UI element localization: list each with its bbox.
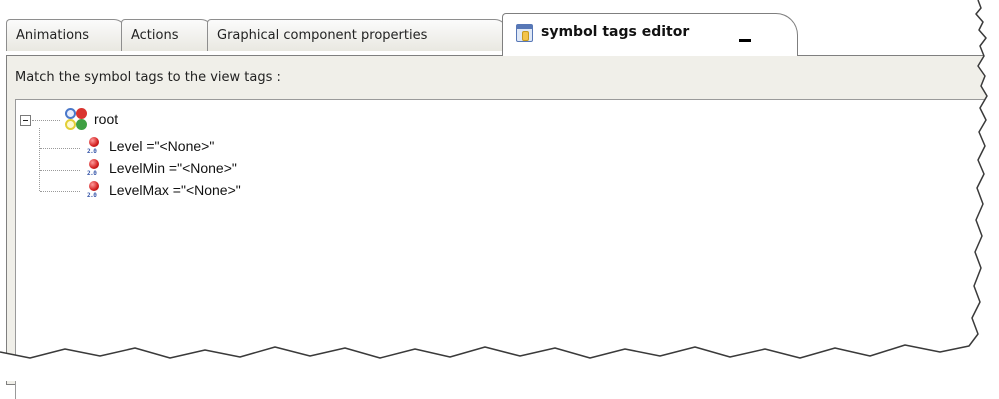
tab-animations[interactable]: Animations [6, 19, 126, 51]
tab-strip: Animations Actions Graphical component p… [0, 0, 999, 56]
panel-instructions: Match the symbol tags to the view tags : [15, 70, 281, 85]
tag-tree[interactable]: root 2.0 Level ="<None>" 2.0 LevelMin ="… [15, 99, 999, 399]
collapse-toggle-icon[interactable] [20, 115, 31, 126]
tab-graphical-component-properties[interactable]: Graphical component properties [207, 19, 507, 51]
tree-connector [40, 191, 80, 192]
node-label: LevelMax ="<None>" [109, 182, 241, 198]
tree-connector [40, 148, 80, 149]
tab-label: symbol tags editor [541, 24, 690, 40]
group-circles-icon [64, 108, 90, 132]
minimize-icon[interactable] [739, 39, 751, 42]
tab-actions[interactable]: Actions [121, 19, 213, 51]
tree-connector [39, 128, 40, 191]
tag-ball-icon: 2.0 [86, 136, 102, 158]
editor-window: Animations Actions Graphical component p… [0, 0, 999, 399]
tab-label: Animations [16, 28, 90, 43]
node-label: Level ="<None>" [109, 138, 215, 154]
symbol-tags-panel: Match the symbol tags to the view tags :… [6, 55, 999, 399]
tag-ball-icon: 2.0 [86, 180, 102, 202]
tag-ball-icon: 2.0 [86, 158, 102, 180]
tab-label: Graphical component properties [217, 28, 428, 43]
tree-connector [32, 120, 60, 121]
tree-connector [40, 170, 80, 171]
tab-label: Actions [131, 28, 179, 43]
node-label: LevelMin ="<None>" [109, 160, 237, 176]
node-label: root [94, 111, 119, 127]
tab-symbol-tags-editor[interactable]: symbol tags editor [502, 13, 798, 56]
editor-icon [516, 24, 533, 42]
